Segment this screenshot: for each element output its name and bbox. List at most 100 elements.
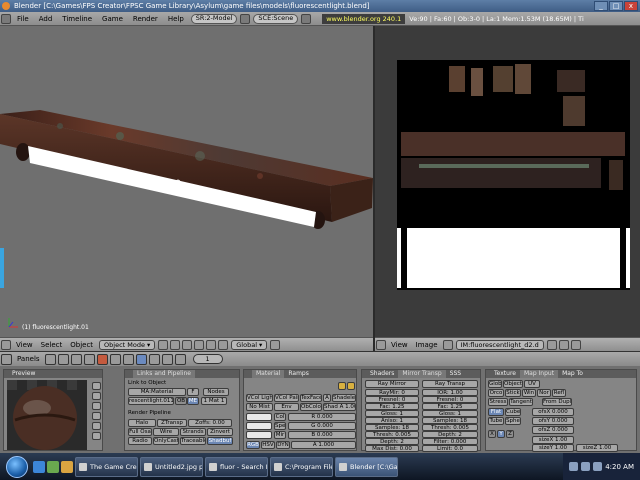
material-name-field[interactable]: MA:Material (128, 388, 186, 396)
quick-launch-media-icon[interactable] (61, 460, 73, 473)
material-index-field[interactable]: 1 Mat 1 (201, 397, 227, 405)
material-context-icon[interactable] (96, 353, 108, 365)
radio-button[interactable]: Radio (128, 437, 152, 445)
transp-field[interactable]: Filter: 0.000 (422, 438, 478, 445)
tab-mirror-transp[interactable]: Mirror Transp (398, 370, 446, 378)
tab-shaders[interactable]: Shaders (370, 370, 394, 378)
mirror-field[interactable]: Fac: 1.25 (365, 403, 419, 410)
tangent-button[interactable]: Tangent (509, 398, 533, 406)
menu-add[interactable]: Add (34, 15, 58, 23)
strands-button[interactable]: Strands (180, 428, 206, 436)
manipulator-icon[interactable] (182, 339, 193, 350)
shad-a-field[interactable]: Shad A 1.00 (323, 403, 356, 411)
image-close-icon[interactable] (546, 339, 557, 350)
maximize-button[interactable]: □ (609, 1, 623, 11)
editing-context-icon[interactable] (109, 353, 121, 365)
menu-file[interactable]: File (12, 15, 34, 23)
mirror-field[interactable]: Aniso: 1 (365, 417, 419, 424)
menu-select[interactable]: Select (37, 341, 67, 349)
menu-panels[interactable]: Panels (13, 355, 44, 363)
taskbar-item-paint[interactable]: Untitled2.jpg pict... (140, 456, 203, 477)
dyn-button[interactable]: DYN (276, 441, 290, 449)
tray-network-icon[interactable] (569, 462, 579, 471)
image-browse-icon[interactable] (442, 339, 453, 350)
mirror-field[interactable]: Samples: 18 (365, 424, 419, 431)
preview-sky-button[interactable] (92, 432, 101, 440)
stress-button[interactable]: Stress (488, 398, 508, 406)
menu-help[interactable]: Help (163, 15, 189, 23)
pivot-icon[interactable] (170, 339, 181, 350)
no-mist-button[interactable]: No Mist (246, 403, 273, 411)
size-x-field[interactable]: sizeX 1.00 (532, 436, 574, 444)
stick-button[interactable]: Stick (505, 389, 521, 397)
preview-hair-button[interactable] (92, 422, 101, 430)
taskbar-item-game-creator[interactable]: The Game Creator... (75, 456, 138, 477)
rgb-mode-button[interactable]: RGB (246, 441, 260, 449)
orco-button[interactable]: Orco (488, 389, 504, 397)
window-title-bar[interactable]: Blender [C:\Games\FPS Creator\FPSC Game … (0, 0, 640, 12)
proj-y-button[interactable]: Y (497, 430, 505, 438)
ofs-y-field[interactable]: ofsY 0.000 (532, 417, 574, 425)
hsv-mode-button[interactable]: HSV (261, 441, 275, 449)
taskbar-item-explorer[interactable]: C:\Program Files\... (270, 456, 333, 477)
scene-context-icon[interactable] (122, 353, 134, 365)
shadeless-button[interactable]: Shadeles (332, 394, 356, 402)
taskbar-item-search[interactable]: fluor - Search Res... (205, 456, 268, 477)
ztransp-button[interactable]: ZTransp (157, 419, 187, 427)
ray-mirror-button[interactable]: Ray Mirror (365, 380, 419, 388)
proj-x-button[interactable]: X (488, 430, 496, 438)
tray-app-icon[interactable] (593, 462, 603, 471)
preview-monkey-button[interactable] (92, 412, 101, 420)
fake-user-button[interactable]: F (187, 388, 199, 396)
layer-button-icon[interactable] (270, 339, 281, 350)
nor-button[interactable]: Nor (537, 389, 551, 397)
texface-alpha-button[interactable]: A (323, 394, 331, 402)
world-tab-icon[interactable] (161, 353, 173, 365)
editor-type-icon[interactable] (376, 339, 386, 350)
full-osa-button[interactable]: Full Osa (128, 428, 152, 436)
object-context-icon[interactable] (83, 353, 95, 365)
shading-context-icon[interactable] (70, 353, 82, 365)
preview-flat-button[interactable] (92, 382, 101, 390)
mirror-field[interactable]: Thresh: 0.005 (365, 431, 419, 438)
uv-button[interactable]: UV (524, 380, 540, 388)
tab-texture[interactable]: Texture (494, 370, 516, 378)
mirror-field[interactable]: Fresnel: 0 (365, 396, 419, 403)
preview-cube-button[interactable] (92, 402, 101, 410)
panel-title[interactable]: Preview (4, 370, 102, 378)
ray-transp-button[interactable]: Ray Transp (422, 380, 478, 388)
mirror-field[interactable]: Depth: 2 (365, 438, 419, 445)
side-panel-tab[interactable] (0, 248, 4, 288)
rotate-icon[interactable] (206, 339, 217, 350)
3d-viewport[interactable]: (1) fluorescentlight.01 (0, 26, 373, 337)
spec-swatch[interactable] (246, 422, 272, 430)
menu-view[interactable]: View (12, 341, 37, 349)
screen-selector[interactable]: SR:2-Model (190, 13, 238, 24)
window-type-icon[interactable] (1, 13, 11, 24)
menu-render[interactable]: Render (128, 15, 163, 23)
zoffs-field[interactable]: Zoffs: 0.00 (188, 419, 232, 427)
env-button[interactable]: Env (274, 403, 299, 411)
glob-button[interactable]: Glob (488, 380, 502, 388)
uv-image-editor[interactable] (375, 26, 640, 337)
quick-launch-ie-icon[interactable] (33, 460, 45, 473)
editor-type-icon[interactable] (1, 339, 11, 350)
wire-button[interactable]: Wire (153, 428, 179, 436)
transp-field[interactable]: IOR: 1.00 (422, 389, 478, 396)
mir-button[interactable]: Mir (274, 431, 286, 439)
color-swatch[interactable] (246, 413, 272, 421)
shadbuf-button[interactable]: Shadbuf (207, 437, 233, 445)
scene-selector[interactable]: SCE:Scene (253, 13, 299, 24)
vcol-paint-button[interactable]: VCol Pain (274, 394, 299, 402)
menu-game[interactable]: Game (97, 15, 128, 23)
translate-icon[interactable] (194, 339, 205, 350)
tray-volume-icon[interactable] (581, 462, 591, 471)
clock[interactable]: 4:20 AM (605, 463, 634, 471)
script-context-icon[interactable] (57, 353, 69, 365)
minimize-button[interactable]: _ (594, 1, 608, 11)
zinvert-button[interactable]: Zinvert (207, 428, 233, 436)
panel-title[interactable]: Texture Map Input Map To (486, 370, 636, 378)
spe-button[interactable]: Spe (274, 422, 286, 430)
mirror-field[interactable]: RayMir: 0 (365, 389, 419, 396)
start-button[interactable] (6, 455, 28, 478)
